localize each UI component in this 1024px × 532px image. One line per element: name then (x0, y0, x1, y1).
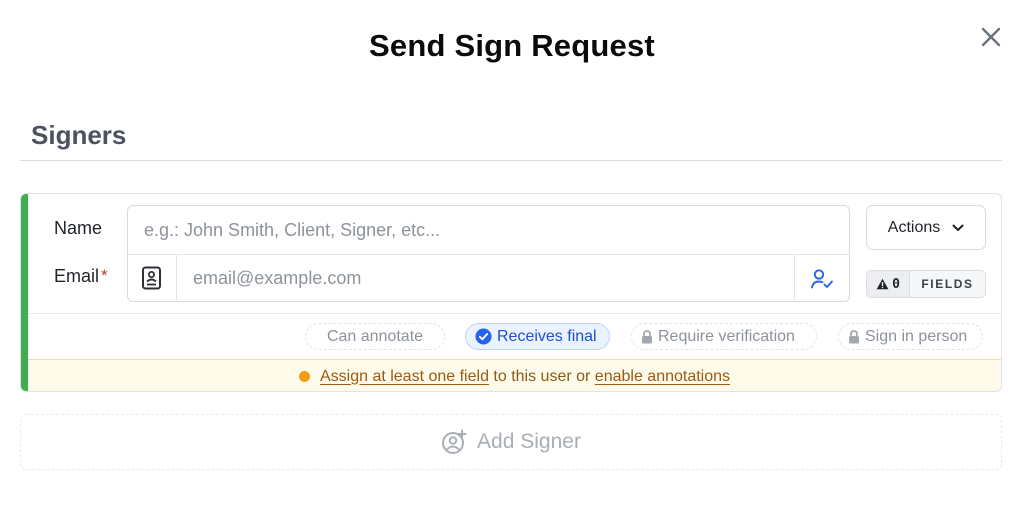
close-icon (981, 27, 1001, 47)
section-divider (20, 160, 1002, 161)
user-check-icon (811, 268, 833, 288)
name-input[interactable] (128, 206, 849, 254)
modal-title: Send Sign Request (369, 28, 655, 63)
required-marker: * (101, 266, 108, 285)
section-title-signers: Signers (31, 120, 127, 150)
address-book-button[interactable] (128, 255, 177, 302)
chevron-down-icon (952, 224, 964, 231)
warning-triangle-icon (876, 278, 889, 290)
fields-label: FIELDS (921, 277, 974, 291)
receives-final-label: Receives final (497, 327, 597, 345)
actions-label: Actions (887, 218, 941, 236)
signer-accent-bar (21, 194, 28, 391)
warning-banner: Assign at least one field to this user o… (28, 359, 1001, 391)
close-button[interactable] (976, 22, 1006, 52)
sign-in-person-label: Sign in person (865, 327, 968, 345)
name-label: Name (54, 218, 102, 239)
email-label-text: Email (54, 266, 100, 286)
sign-in-person-toggle[interactable]: Sign in person (838, 323, 983, 350)
email-input[interactable] (177, 255, 794, 302)
name-label-text: Name (54, 218, 103, 238)
warning-middle-text: to this user or (488, 367, 595, 385)
assign-field-link[interactable]: Assign at least one field (320, 368, 489, 385)
assign-self-button[interactable] (794, 255, 849, 302)
add-signer-label: Add Signer (477, 430, 581, 453)
address-book-icon (142, 266, 161, 289)
signer-input-group (127, 205, 850, 302)
receives-final-toggle[interactable]: Receives final (465, 323, 610, 350)
warning-text: Assign at least one field to this user o… (320, 368, 730, 386)
fields-count-badge: 0 (867, 271, 910, 297)
fields-count: 0 (892, 276, 900, 292)
warning-dot-icon (298, 371, 310, 382)
can-annotate-label: Can annotate (326, 327, 424, 345)
fields-button[interactable]: 0 FIELDS (866, 270, 986, 298)
lock-icon (849, 329, 859, 343)
enable-annotations-link[interactable]: enable annotations (595, 368, 730, 385)
signer-card: Name Email* Actions (20, 193, 1002, 392)
add-signer-button[interactable]: Add Signer (20, 414, 1002, 470)
lock-icon (642, 329, 652, 343)
require-verification-label: Require verification (658, 327, 795, 345)
require-verification-toggle[interactable]: Require verification (631, 323, 817, 350)
actions-button[interactable]: Actions (866, 205, 986, 250)
email-label: Email * (54, 266, 108, 287)
signer-options-row: Can annotate Receives final Require veri… (28, 313, 1001, 359)
add-user-icon (442, 429, 467, 454)
can-annotate-toggle[interactable]: Can annotate (305, 323, 445, 350)
check-circle-icon (475, 328, 492, 345)
